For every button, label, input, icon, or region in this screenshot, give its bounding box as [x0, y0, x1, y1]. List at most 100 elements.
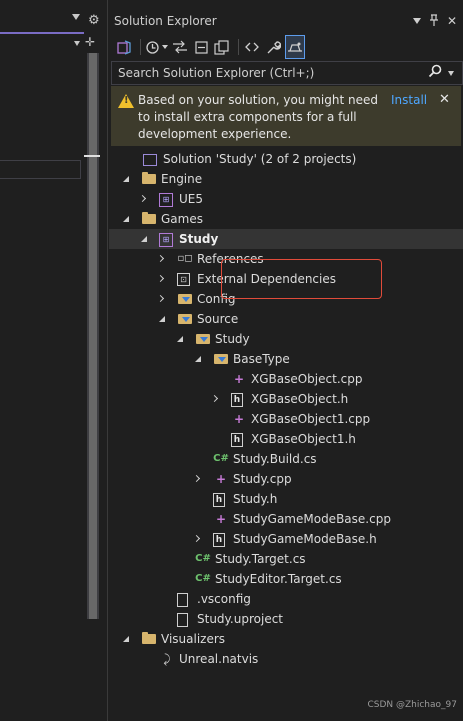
- show-all-files-icon[interactable]: [213, 36, 231, 58]
- collapse-arrow-icon[interactable]: [121, 209, 131, 229]
- tree-item[interactable]: Engine: [109, 169, 463, 189]
- search-placeholder: Search Solution Explorer (Ctrl+;): [118, 66, 315, 80]
- collapse-arrow-icon[interactable]: [121, 629, 131, 649]
- folder-icon: [141, 631, 157, 647]
- expand-arrow-icon[interactable]: [157, 289, 167, 309]
- cpp-file-icon: +: [215, 472, 227, 486]
- search-input[interactable]: Search Solution Explorer (Ctrl+;): [111, 61, 463, 85]
- history-icon[interactable]: [145, 36, 168, 58]
- tree-item-label: Solution 'Study' (2 of 2 projects): [163, 152, 357, 166]
- folder-icon: [141, 211, 157, 227]
- project-icon: ⊞: [159, 233, 173, 247]
- tree-item[interactable]: h Study.h: [109, 489, 463, 509]
- collapse-arrow-icon[interactable]: [139, 229, 149, 249]
- expand-arrow-icon[interactable]: [157, 249, 167, 269]
- sync-with-active-document-icon[interactable]: [171, 36, 189, 58]
- tree-item[interactable]: + StudyGameModeBase.cpp: [109, 509, 463, 529]
- collapse-arrow-icon[interactable]: [193, 349, 203, 369]
- tree-item[interactable]: + XGBaseObject1.cpp: [109, 409, 463, 429]
- pin-icon[interactable]: [429, 13, 439, 29]
- tree-item[interactable]: .vsconfig: [109, 589, 463, 609]
- tree-item[interactable]: Solution 'Study' (2 of 2 projects): [109, 149, 463, 169]
- left-tool-window-header: ⚙: [0, 10, 103, 32]
- search-options-dropdown-icon[interactable]: [448, 71, 454, 76]
- tree-item-label: XGBaseObject.cpp: [251, 372, 363, 386]
- left-scrollbar[interactable]: [84, 53, 100, 619]
- search-icon[interactable]: [428, 64, 442, 78]
- tree-item[interactable]: ⊞ UE5: [109, 189, 463, 209]
- install-link[interactable]: Install: [391, 92, 427, 109]
- move-icon[interactable]: ✛: [85, 35, 95, 49]
- close-icon[interactable]: ✕: [447, 14, 457, 28]
- vs-switch-views-icon[interactable]: [115, 36, 133, 58]
- tree-item[interactable]: + XGBaseObject.cpp: [109, 369, 463, 389]
- panel-title: Solution Explorer: [114, 14, 217, 28]
- tree-item[interactable]: BaseType: [109, 349, 463, 369]
- properties-wrench-icon[interactable]: [264, 36, 282, 58]
- tree-item-label: StudyGameModeBase.cpp: [233, 512, 391, 526]
- left-input-field[interactable]: [0, 160, 81, 179]
- expand-arrow-icon[interactable]: [139, 189, 149, 209]
- info-bar-message: Based on your solution, you might need t…: [138, 93, 378, 141]
- toolbar-separator: [140, 39, 141, 55]
- tree-item-label: Source: [197, 312, 239, 326]
- gear-icon[interactable]: ⚙: [88, 10, 100, 32]
- expand-arrow-icon[interactable]: [193, 469, 203, 489]
- close-icon[interactable]: ✕: [439, 91, 450, 108]
- file-icon: [177, 593, 188, 607]
- tree-item[interactable]: Games: [109, 209, 463, 229]
- tree-item-label: Study.h: [233, 492, 278, 506]
- tree-item-label: Study.Build.cs: [233, 452, 317, 466]
- expand-arrow-icon[interactable]: [193, 529, 203, 549]
- info-bar: Based on your solution, you might need t…: [111, 86, 461, 146]
- file-icon: [177, 613, 188, 627]
- chevron-down-icon: [162, 45, 168, 49]
- expand-arrow-icon[interactable]: [157, 269, 167, 289]
- pane-splitter[interactable]: [107, 0, 108, 721]
- preview-selected-items-icon[interactable]: [285, 35, 305, 59]
- tree-item-label: Games: [161, 212, 203, 226]
- tree-item[interactable]: h XGBaseObject.h: [109, 389, 463, 409]
- csharp-file-icon: C#: [213, 453, 229, 464]
- tree-item[interactable]: C# StudyEditor.Target.cs: [109, 569, 463, 589]
- expand-arrow-icon[interactable]: [211, 389, 221, 409]
- tree-item-label: UE5: [179, 192, 203, 206]
- tree-item-label: XGBaseObject.h: [251, 392, 349, 406]
- tree-item[interactable]: ⊞ Study: [109, 229, 463, 249]
- left-tool-window: ⚙ ✛: [0, 0, 103, 721]
- collapse-all-icon[interactable]: [192, 36, 210, 58]
- tree-item-label: XGBaseObject1.h: [251, 432, 356, 446]
- collapse-arrow-icon[interactable]: [121, 169, 131, 189]
- header-file-icon: h: [213, 533, 225, 547]
- tree-item[interactable]: h XGBaseObject1.h: [109, 429, 463, 449]
- tree-item[interactable]: Source: [109, 309, 463, 329]
- window-menu-dropdown-icon[interactable]: [72, 14, 80, 20]
- tree-item[interactable]: Visualizers: [109, 629, 463, 649]
- chevron-down-icon: [74, 41, 80, 46]
- solution-explorer-toolbar: [109, 35, 463, 59]
- annotation-highlight-box: [221, 259, 382, 299]
- tree-item[interactable]: ⤸ Unreal.natvis: [109, 649, 463, 669]
- filter-folder-icon: [177, 311, 193, 327]
- tree-item[interactable]: Study: [109, 329, 463, 349]
- references-icon: ▫◻: [177, 253, 193, 264]
- tree-item-label: Study: [179, 232, 219, 246]
- window-position-dropdown-icon[interactable]: [412, 18, 421, 24]
- scrollbar-thumb[interactable]: [89, 53, 97, 619]
- tree-item[interactable]: C# Study.Build.cs: [109, 449, 463, 469]
- tree-item[interactable]: C# Study.Target.cs: [109, 549, 463, 569]
- left-dropdown[interactable]: [0, 32, 84, 54]
- tree-item-label: Study.cpp: [233, 472, 292, 486]
- external-dependencies-icon: ⊡: [177, 273, 190, 286]
- filter-folder-icon: [195, 331, 211, 347]
- tree-item[interactable]: h StudyGameModeBase.h: [109, 529, 463, 549]
- header-file-icon: h: [231, 393, 243, 407]
- tree-item[interactable]: + Study.cpp: [109, 469, 463, 489]
- collapse-arrow-icon[interactable]: [175, 329, 185, 349]
- tree-item-label: XGBaseObject1.cpp: [251, 412, 371, 426]
- code-view-icon[interactable]: [243, 36, 261, 58]
- tree-item[interactable]: Study.uproject: [109, 609, 463, 629]
- tree-item-label: BaseType: [233, 352, 290, 366]
- tree-item-label: Study.Target.cs: [215, 552, 306, 566]
- collapse-arrow-icon[interactable]: [157, 309, 167, 329]
